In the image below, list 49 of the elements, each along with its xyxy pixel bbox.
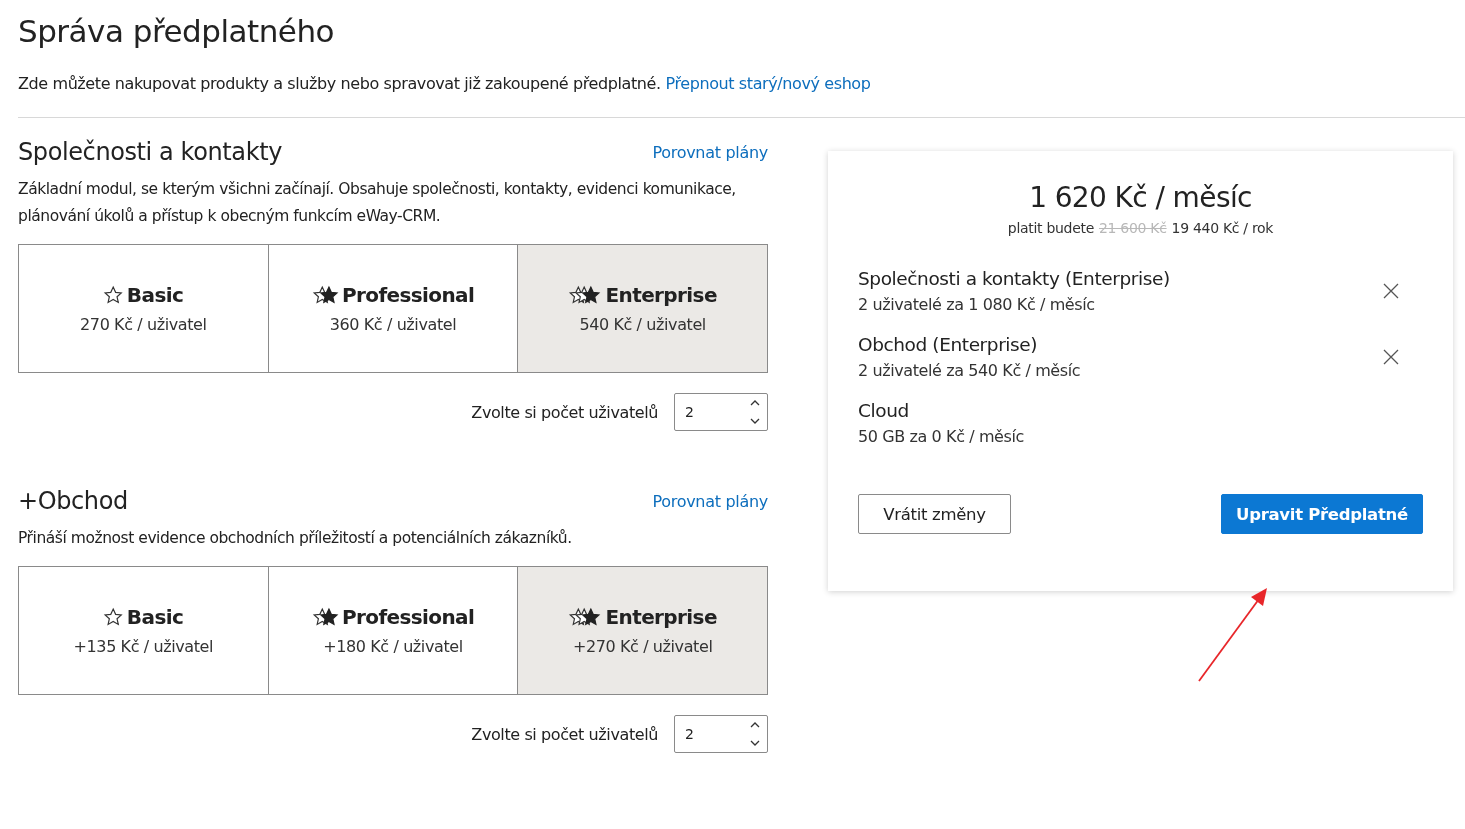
user-count-field[interactable]: 2: [674, 715, 768, 753]
plan-name: Basic: [126, 283, 184, 307]
old-price: 21 600 Kč: [1098, 220, 1167, 236]
module-description: Přináší možnost evidence obchodních příležitostí a potenciálních zákazníků.: [18, 528, 573, 549]
user-count-field[interactable]: 2: [674, 393, 768, 431]
users-label: Zvolte si počet uživatelů: [471, 402, 658, 422]
plan-name: Professional: [341, 283, 475, 307]
monthly-price: 1 620 Kč / měsíc: [1028, 181, 1253, 214]
compare-link[interactable]: Porovnat plány: [652, 491, 768, 511]
module-title: Společnosti a kontakty: [18, 138, 282, 166]
stars-icon: [311, 607, 339, 627]
plan-price: +180 Kč / uživatel: [323, 637, 463, 656]
plan-price: 540 Kč / uživatel: [579, 315, 706, 334]
intro-text: Zde můžete nakupovat produkty a služby nebo spravovat již zakoupené předplatné. Přepnout starý/nový eshop: [18, 73, 872, 95]
spinner-icon[interactable]: [749, 398, 761, 426]
plan-price: 270 Kč / uživatel: [80, 315, 207, 334]
close-icon[interactable]: [1383, 283, 1399, 299]
plan-name: Enterprise: [605, 605, 717, 629]
item-detail: 50 GB za 0 Kč / měsíc: [858, 427, 1024, 446]
compare-link[interactable]: Porovnat plány: [652, 142, 768, 162]
update-button[interactable]: Upravit Předplatné: [1221, 494, 1423, 534]
switch-link[interactable]: Přepnout starý/nový eshop: [665, 74, 871, 93]
revert-button[interactable]: Vrátit změny: [858, 494, 1011, 534]
yearly-label: platit budete: [1007, 220, 1094, 236]
star-icon: [103, 285, 124, 305]
module-description: Základní modul, se kterým všichni začínají. Obsahuje společnosti, kontakty, evidenci komunikace, plánování úkolů a přístup k obecným funkcím eWay-CRM.: [18, 179, 737, 227]
item-name: Obchod (Enterprise): [858, 334, 1039, 355]
stars-icon: [568, 607, 603, 627]
item-name: Společnosti a kontakty (Enterprise): [858, 268, 1170, 289]
plan-name: Professional: [341, 605, 475, 629]
yearly-price: 19 440 Kč / rok: [1171, 220, 1274, 236]
users-label: Zvolte si počet uživatelů: [471, 724, 658, 744]
stars-icon: [311, 285, 339, 305]
plan-name: Enterprise: [605, 283, 717, 307]
plan-price: 360 Kč / uživatel: [329, 315, 457, 334]
item-detail: 2 uživatelé za 540 Kč / měsíc: [858, 361, 1081, 380]
plan-price: +135 Kč / uživatel: [73, 637, 214, 656]
plan-name: Basic: [126, 605, 184, 629]
plan-option[interactable]: Enterprise 540 Kč / uživatel: [517, 245, 767, 372]
item-detail: 2 uživatelé za 1 080 Kč / měsíc: [858, 295, 1096, 314]
plan-option[interactable]: Enterprise +270 Kč / uživatel: [517, 567, 767, 694]
item-name: Cloud: [858, 400, 910, 421]
stars-icon: [568, 285, 603, 305]
star-icon: [103, 607, 124, 627]
spinner-icon[interactable]: [749, 720, 761, 748]
close-icon[interactable]: [1383, 349, 1399, 365]
module-title: +Obchod: [18, 487, 128, 515]
page-title: Správa předplatného: [18, 12, 336, 51]
plan-price: +270 Kč / uživatel: [572, 637, 713, 656]
